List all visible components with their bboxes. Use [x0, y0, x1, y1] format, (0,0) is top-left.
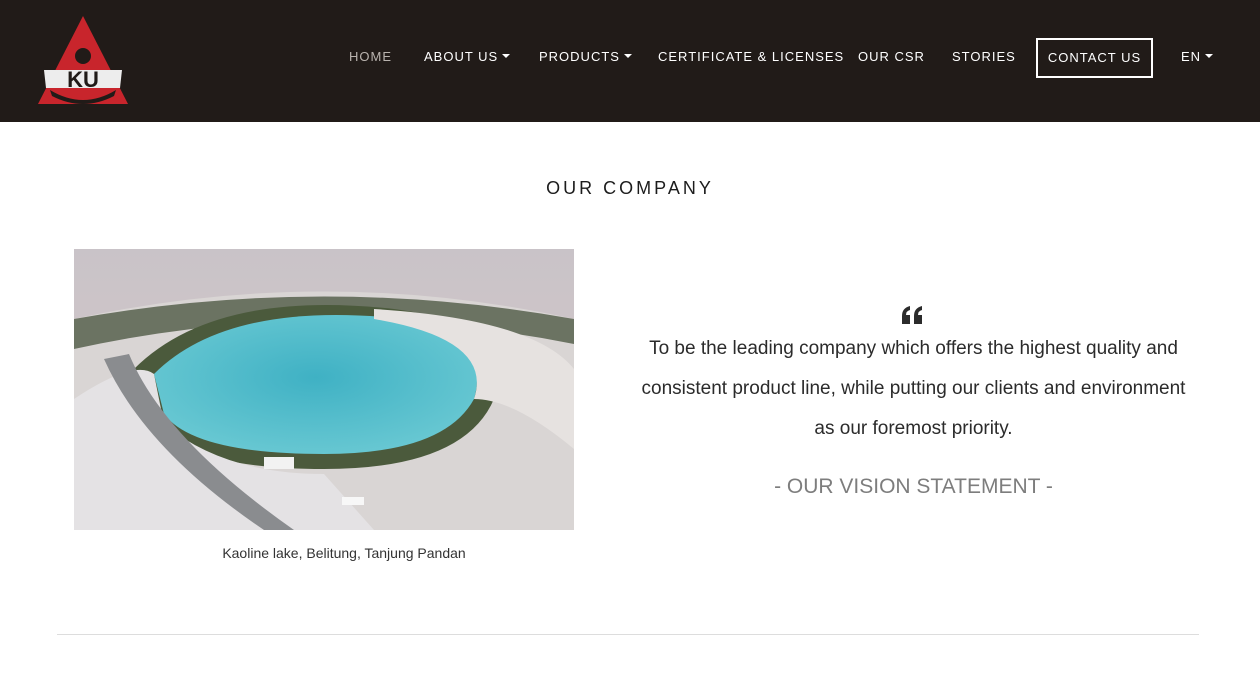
nav-about-us[interactable]: ABOUT US	[424, 48, 511, 66]
language-selector[interactable]: EN	[1181, 48, 1214, 66]
chevron-down-icon	[1205, 54, 1214, 58]
image-caption: Kaoline lake, Belitung, Tanjung Pandan	[222, 545, 466, 561]
chevron-down-icon	[623, 54, 632, 58]
nav-products-label: PRODUCTS	[539, 49, 620, 64]
vision-statement-text: To be the leading company which offers t…	[641, 338, 1186, 439]
section-title: OUR COMPANY	[546, 178, 714, 198]
nav-about-us-label: ABOUT US	[424, 49, 499, 64]
top-navbar: KU HOME ABOUT US PRODUCTS CERTIFICATE & …	[0, 0, 1260, 122]
nav-our-csr[interactable]: OUR CSR	[858, 48, 925, 66]
lake-photo	[74, 249, 574, 530]
nav-certificates[interactable]: CERTIFICATE & LICENSES	[658, 48, 844, 66]
vision-statement-label: - OUR VISION STATEMENT -	[774, 475, 1053, 498]
chevron-down-icon	[502, 54, 511, 58]
ku-logo[interactable]: KU	[36, 14, 130, 106]
section-divider	[57, 634, 1199, 635]
nav-products[interactable]: PRODUCTS	[539, 48, 632, 66]
quote-icon	[902, 306, 922, 324]
language-label: EN	[1181, 49, 1202, 64]
svg-text:KU: KU	[67, 67, 99, 92]
nav-home[interactable]: HOME	[349, 48, 392, 66]
contact-us-button[interactable]: CONTACT US	[1036, 38, 1153, 78]
nav-stories[interactable]: STORIES	[952, 48, 1016, 66]
